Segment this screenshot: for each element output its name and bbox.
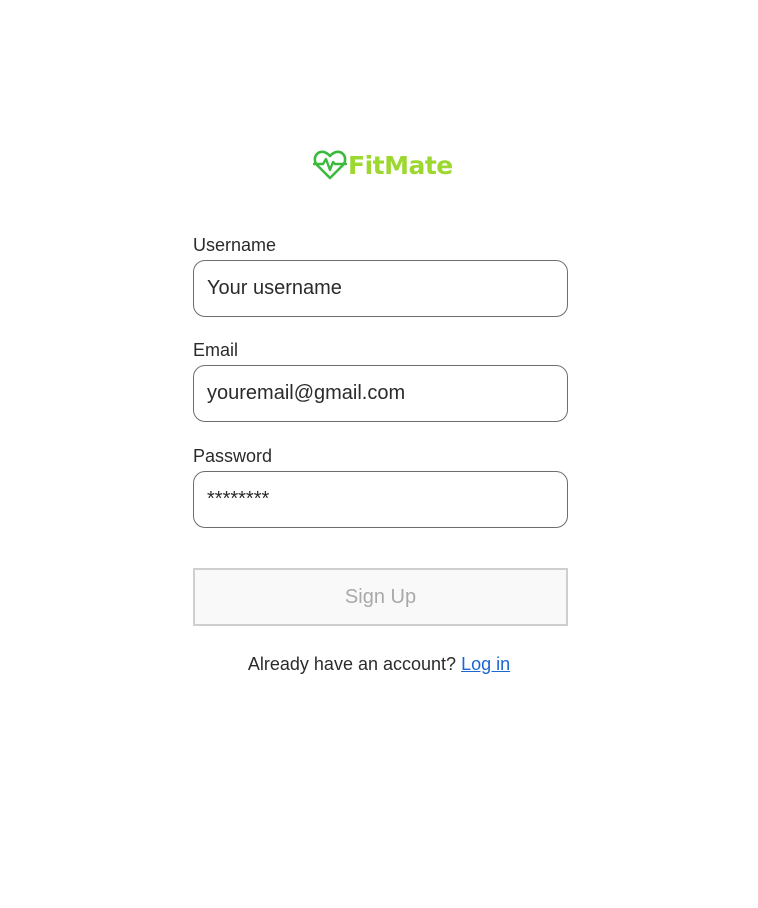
- login-link[interactable]: Log in: [461, 654, 510, 674]
- username-label: Username: [193, 235, 277, 255]
- app-logo: FitMate: [312, 148, 453, 182]
- login-prompt: Already have an account? Log in: [0, 652, 758, 676]
- username-input[interactable]: [193, 260, 568, 317]
- login-prompt-text: Already have an account?: [247, 654, 457, 674]
- brand-name: FitMate: [348, 150, 453, 180]
- heart-pulse-icon: [312, 149, 348, 181]
- email-input[interactable]: [193, 365, 568, 422]
- password-field-group: Password: [193, 445, 568, 528]
- email-label: Email: [193, 340, 239, 360]
- sign-up-button[interactable]: Sign Up: [193, 568, 568, 626]
- username-field-group: Username: [193, 234, 568, 317]
- email-field-group: Email: [193, 339, 568, 422]
- password-input[interactable]: [193, 471, 568, 528]
- password-label: Password: [193, 446, 273, 466]
